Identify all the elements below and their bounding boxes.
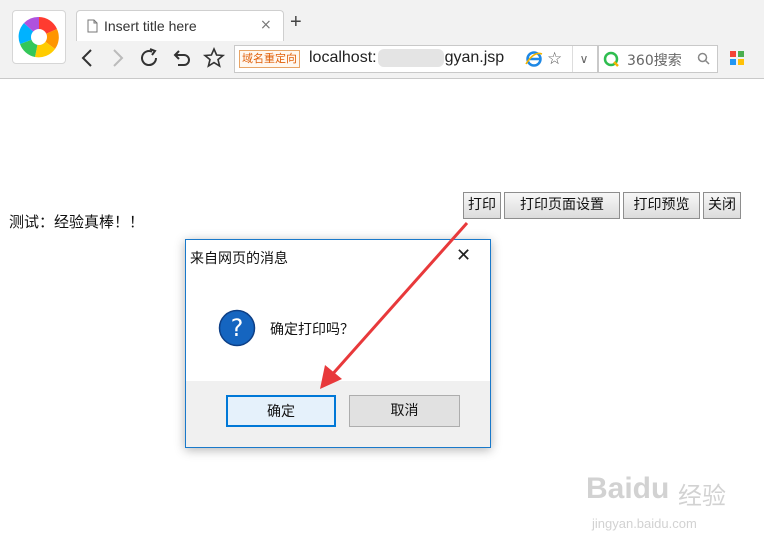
search-box[interactable]: 360搜索 bbox=[598, 45, 718, 73]
watermark-brand: Baidu bbox=[586, 472, 670, 505]
search-engine-icon bbox=[603, 51, 619, 67]
browser-tab[interactable]: Insert title here × bbox=[76, 10, 284, 41]
url-text: localhost: gyan.jsp bbox=[309, 49, 504, 67]
new-tab-button[interactable]: + bbox=[290, 11, 302, 34]
magnifier-icon[interactable] bbox=[697, 52, 710, 65]
confirm-dialog: 来自网页的消息 ✕ ? 确定打印吗？ 确定 取消 bbox=[185, 239, 491, 448]
page-text: 测试：经验真棒！！ bbox=[9, 213, 145, 231]
browser-chrome: Insert title here × + 域名重定向 localhost: gy… bbox=[0, 0, 764, 79]
question-icon: ? bbox=[218, 309, 256, 347]
print-button[interactable]: 打印 bbox=[463, 192, 501, 219]
forward-icon[interactable] bbox=[105, 46, 129, 70]
tab-close-icon[interactable]: × bbox=[260, 17, 272, 33]
watermark: Baidu 经验 jingyan.baidu.com bbox=[586, 472, 756, 540]
watermark-suffix: 经验 bbox=[678, 482, 726, 510]
tab-title: Insert title here bbox=[104, 18, 197, 34]
ok-button[interactable]: 确定 bbox=[226, 395, 336, 427]
svg-text:?: ? bbox=[231, 314, 244, 342]
url-redacted bbox=[377, 49, 444, 67]
close-page-button[interactable]: 关闭 bbox=[703, 192, 741, 219]
address-bar[interactable]: 域名重定向 localhost: gyan.jsp ☆ ∨ bbox=[234, 45, 598, 73]
apps-icon[interactable] bbox=[730, 51, 744, 65]
star-icon[interactable] bbox=[202, 46, 226, 70]
bookmark-star-icon[interactable]: ☆ bbox=[547, 49, 562, 69]
watermark-url: jingyan.baidu.com bbox=[592, 516, 697, 531]
undo-icon[interactable] bbox=[169, 46, 193, 70]
dialog-title: 来自网页的消息 bbox=[190, 251, 288, 267]
dialog-message: 确定打印吗？ bbox=[270, 322, 354, 338]
close-icon[interactable]: ✕ bbox=[456, 245, 471, 266]
document-icon bbox=[87, 19, 98, 33]
url-path: gyan.jsp bbox=[444, 49, 505, 67]
ie-icon[interactable] bbox=[525, 50, 543, 68]
print-preview-button[interactable]: 打印预览 bbox=[623, 192, 700, 219]
back-icon[interactable] bbox=[76, 46, 100, 70]
print-setup-button[interactable]: 打印页面设置 bbox=[504, 192, 620, 219]
browser-logo-icon[interactable] bbox=[12, 10, 66, 64]
search-placeholder: 360搜索 bbox=[627, 53, 682, 69]
url-host: localhost: bbox=[309, 49, 377, 67]
redirect-badge: 域名重定向 bbox=[239, 50, 300, 68]
address-dropdown-icon[interactable]: ∨ bbox=[572, 46, 595, 72]
refresh-icon[interactable] bbox=[137, 46, 161, 70]
cancel-button[interactable]: 取消 bbox=[349, 395, 460, 427]
